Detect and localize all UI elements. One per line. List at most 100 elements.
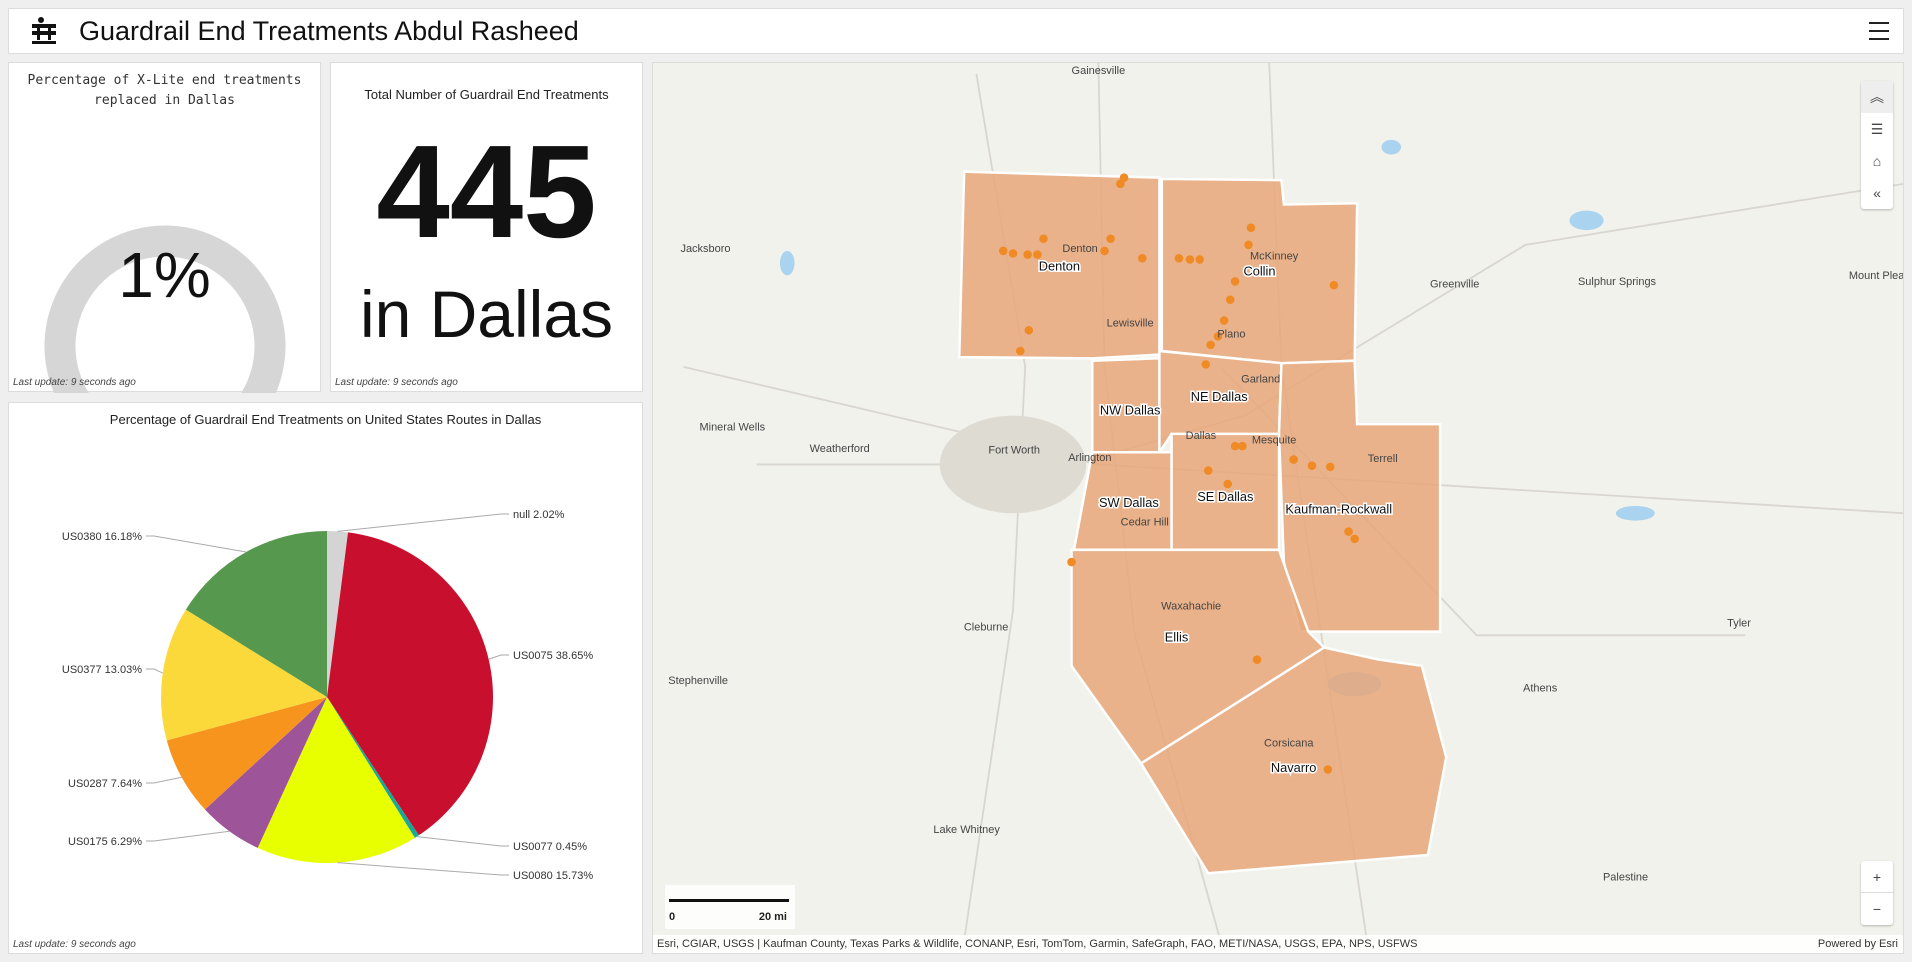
page-title: Guardrail End Treatments Abdul Rasheed [79, 15, 579, 46]
pie-chart-panel: Percentage of Guardrail End Treatments o… [8, 402, 643, 954]
guardrail-point [1230, 277, 1240, 286]
leader-line [488, 654, 509, 660]
place-label: Lake Whitney [933, 824, 1000, 836]
data-label: null 2.02% [513, 509, 565, 521]
guardrail-point [1195, 255, 1204, 264]
district-label: Denton [1039, 258, 1080, 273]
chevron-double-up-icon[interactable]: ︽ [1861, 81, 1893, 113]
district-label: Ellis [1165, 629, 1188, 644]
map-view[interactable]: Gainesville Jacksboro Greenville Sulphur Sp… [652, 62, 1904, 954]
place-label: Waxahachie [1161, 601, 1221, 613]
powered-by[interactable]: Powered by Esri [1818, 938, 1898, 950]
place-label: McKinney [1250, 250, 1299, 262]
place-label: Jacksboro [680, 243, 730, 255]
district-label: Navarro [1271, 760, 1317, 775]
guardrail-point [1223, 479, 1233, 489]
map-canvas[interactable]: Gainesville Jacksboro Greenville Sulphur Sp… [653, 63, 1904, 954]
attribution-text: Esri, CGIAR, USGS | Kaufman County, Texa… [657, 938, 1418, 950]
hamburger-menu-icon[interactable] [1869, 22, 1889, 40]
place-label: Denton [1062, 243, 1097, 255]
water-body [1381, 139, 1402, 155]
home-icon[interactable]: ⌂ [1861, 145, 1893, 177]
place-label: Stephenville [668, 675, 728, 687]
guardrail-point [1289, 455, 1298, 464]
place-label: Mesquite [1252, 435, 1297, 447]
zoom-in-button[interactable]: + [1861, 861, 1893, 893]
guardrail-point [1206, 340, 1215, 350]
district-label: NE Dallas [1191, 389, 1248, 404]
data-label: US0377 13.03% [62, 664, 142, 676]
district-label: Collin [1243, 263, 1275, 278]
place-label: Athens [1523, 682, 1558, 694]
app-header: Guardrail End Treatments Abdul Rasheed [8, 8, 1904, 54]
place-label: Mount Pleas [1849, 270, 1904, 282]
zoom-out-button[interactable]: − [1861, 893, 1893, 925]
guardrail-point [1106, 234, 1115, 243]
scale-start: 0 [669, 911, 676, 923]
indicator-title: Total Number of Guardrail End Treatments [364, 87, 609, 102]
guardrail-point [1344, 527, 1353, 536]
last-update: Last update: 9 seconds ago [335, 377, 458, 388]
guardrail-point [1252, 655, 1262, 664]
leader-line [146, 668, 163, 674]
guardrail-point [1016, 346, 1025, 356]
scale-bar: 0 20 mi [665, 885, 795, 929]
place-label: Greenville [1430, 279, 1479, 291]
district-label: SE Dallas [1197, 489, 1253, 504]
map-widget-toolbar: ︽ ☰ ⌂ « [1861, 81, 1893, 209]
zoom-controls: + − [1861, 861, 1893, 925]
guardrail-point [998, 246, 1008, 256]
place-label: Arlington [1068, 452, 1111, 464]
water-body [1615, 505, 1655, 521]
map-attribution: Esri, CGIAR, USGS | Kaufman County, Texa… [653, 935, 1903, 953]
guardrail-point [1307, 461, 1317, 470]
gauge-panel: Percentage of X-Lite end treatments repl… [8, 62, 321, 393]
guardrail-point [1225, 295, 1235, 304]
guardrail-point [1201, 360, 1211, 369]
place-label: Dallas [1186, 430, 1217, 442]
guardrail-point [1350, 534, 1359, 544]
indicator-suffix: in Dallas [359, 277, 614, 351]
guardrail-point [1100, 246, 1109, 256]
legend-list-icon[interactable]: ☰ [1861, 113, 1893, 145]
guardrail-point [1203, 466, 1213, 475]
place-label: Plano [1217, 329, 1245, 341]
guardrail-icon [32, 17, 56, 44]
leader-line [146, 776, 182, 784]
last-update: Last update: 9 seconds ago [13, 377, 136, 388]
guardrail-point [1185, 255, 1195, 264]
data-label: US0380 16.18% [62, 531, 142, 543]
pie-chart: null 2.02% US0075 38.65% US0077 0.45% US008… [62, 509, 593, 882]
last-update: Last update: 9 seconds ago [13, 939, 136, 950]
guardrail-point [1323, 765, 1333, 774]
district-label: NW Dallas [1100, 402, 1160, 417]
guardrail-point [1244, 240, 1253, 250]
place-label: Garland [1241, 374, 1280, 386]
place-label: Palestine [1603, 872, 1648, 884]
chevron-double-left-icon[interactable]: « [1861, 177, 1893, 209]
guardrail-point [1119, 173, 1129, 182]
place-label: Tyler [1727, 618, 1751, 630]
indicator-panel: Total Number of Guardrail End Treatments… [330, 62, 643, 392]
place-label: Fort Worth [988, 444, 1040, 456]
guardrail-point [1138, 253, 1147, 263]
leader-line [337, 513, 509, 532]
place-label: Cedar Hill [1121, 516, 1169, 528]
data-label: US0175 6.29% [68, 836, 142, 848]
district-label: SW Dallas [1099, 495, 1159, 510]
leader-line [146, 535, 247, 553]
data-label: US0077 0.45% [513, 841, 587, 853]
guardrail-point [1067, 557, 1076, 567]
guardrail-point [1230, 441, 1240, 451]
data-label: US0080 15.73% [513, 870, 593, 882]
place-label: Gainesville [1072, 65, 1126, 77]
guardrail-point [1008, 249, 1018, 258]
place-label: Sulphur Springs [1578, 276, 1657, 288]
water-body [1569, 210, 1604, 231]
district-label: Kaufman-Rockwall [1285, 501, 1392, 516]
guardrail-point [1174, 253, 1184, 263]
urban-area [939, 415, 1087, 514]
data-label: US0075 38.65% [513, 650, 593, 662]
place-label: Mineral Wells [700, 421, 766, 433]
place-label: Weatherford [810, 443, 870, 455]
